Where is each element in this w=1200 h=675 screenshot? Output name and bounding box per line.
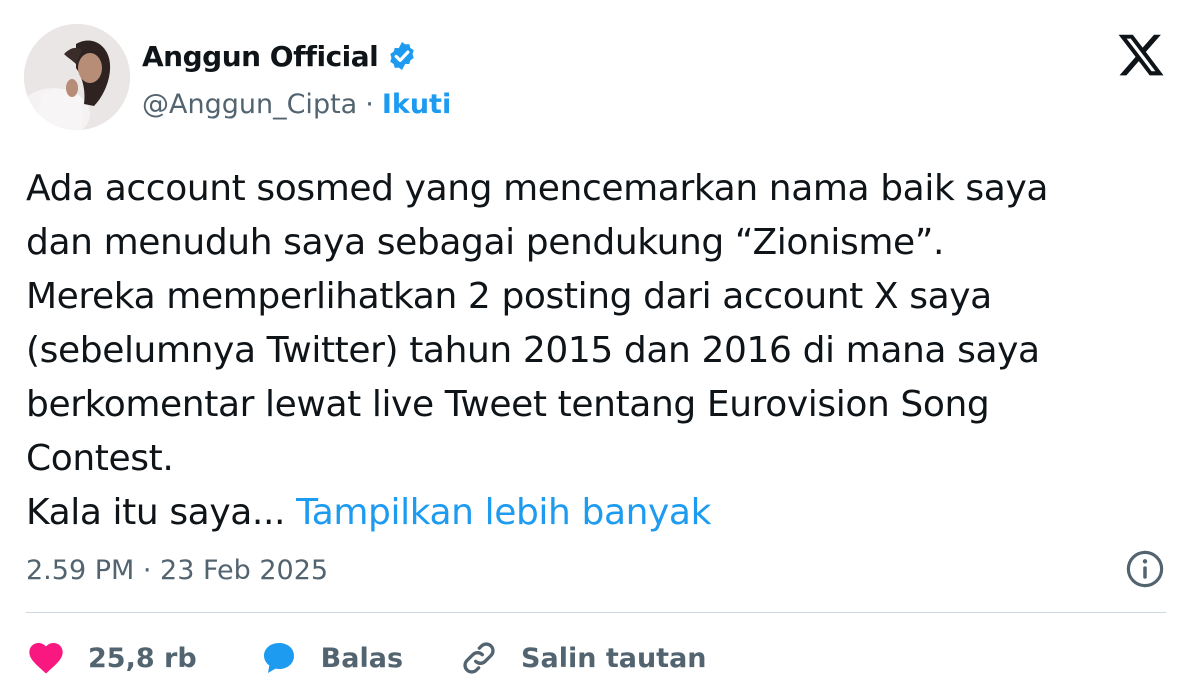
divider xyxy=(26,612,1166,613)
author-handle-row: @Anggun_Cipta · Ikuti xyxy=(142,84,451,124)
avatar[interactable] xyxy=(24,24,130,130)
truncated-text: Kala itu saya... xyxy=(26,492,286,533)
tweet-text-line: berkomentar lewat live Tweet tentang Eur… xyxy=(26,384,990,425)
author-display-name[interactable]: Anggun Official xyxy=(142,40,379,73)
x-logo-icon[interactable] xyxy=(1116,30,1166,80)
info-icon[interactable] xyxy=(1124,548,1166,590)
follow-button[interactable]: Ikuti xyxy=(382,89,451,120)
author-name-row: Anggun Official xyxy=(142,34,418,78)
copy-link-button[interactable]: Salin tautan xyxy=(459,638,707,675)
reply-bubble-icon xyxy=(263,643,294,673)
like-button[interactable]: 25,8 rb xyxy=(26,638,197,675)
link-icon xyxy=(463,642,495,674)
action-bar: 25,8 rb Balas Salin tautan xyxy=(26,636,763,675)
heart-icon xyxy=(29,643,63,674)
avatar-photo xyxy=(24,24,130,130)
reply-button[interactable]: Balas xyxy=(259,638,403,675)
verified-badge-icon[interactable] xyxy=(386,40,418,72)
tweet-text: Ada account sosmed yang mencemarkan nama… xyxy=(26,162,1176,540)
tweet-text-line: Contest. xyxy=(26,438,174,479)
tweet-text-line: (sebelumnya Twitter) tahun 2015 dan 2016… xyxy=(26,330,1040,371)
separator-dot: · xyxy=(365,88,374,120)
tweet-text-line: Ada account sosmed yang mencemarkan nama… xyxy=(26,168,1049,209)
reply-label: Balas xyxy=(320,642,404,674)
tweet-text-last-line: Kala itu saya... Tampilkan lebih banyak xyxy=(26,486,1176,540)
tweet-card: Anggun Official @Anggun_Cipta · Ikuti Ad… xyxy=(0,0,1200,675)
show-more-link[interactable]: Tampilkan lebih banyak xyxy=(296,492,711,533)
tweet-timestamp[interactable]: 2.59 PM · 23 Feb 2025 xyxy=(26,548,328,592)
author-handle[interactable]: @Anggun_Cipta xyxy=(142,89,357,120)
tweet-text-line: Mereka memperlihatkan 2 posting dari acc… xyxy=(26,276,992,317)
tweet-text-line: dan menuduh saya sebagai pendukung “Zion… xyxy=(26,222,945,263)
like-count: 25,8 rb xyxy=(88,642,197,674)
copy-link-label: Salin tautan xyxy=(521,642,707,674)
